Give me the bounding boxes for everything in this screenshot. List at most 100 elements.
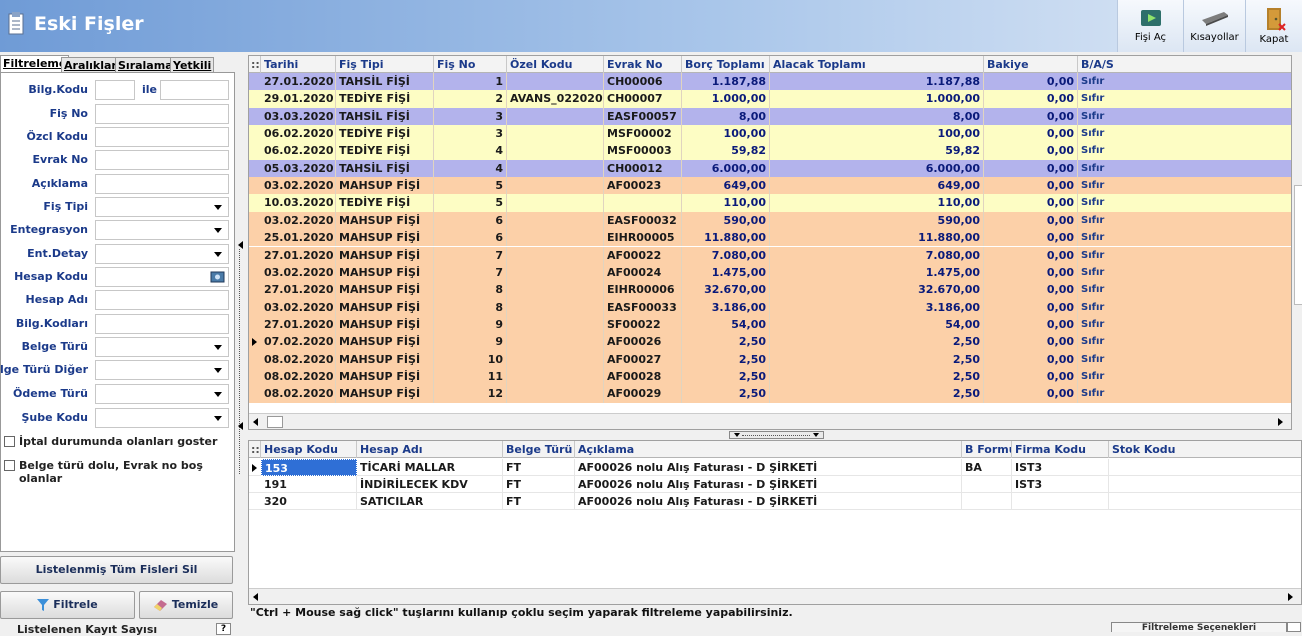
- bilg-kodlari-input[interactable]: [95, 314, 229, 334]
- tab-siralama[interactable]: Sıralama: [115, 57, 176, 73]
- detail-scroll-right-icon[interactable]: [1288, 593, 1293, 601]
- keyboard-icon: [1201, 12, 1228, 26]
- column-header-alacak[interactable]: Alacak Toplamı: [770, 56, 984, 73]
- table-row[interactable]: 07.02.2020 MAHSUP FİŞİ 9 AF00026 2,50 2,50 0,0…: [249, 333, 1291, 351]
- table-row[interactable]: 03.02.2020 MAHSUP FİŞİ 8 EASF00033 3.186,00 3…: [249, 298, 1291, 316]
- hscroll-thumb[interactable]: [267, 416, 283, 428]
- aciklama-label: Açıklama: [31, 177, 88, 190]
- belge-checkbox[interactable]: [4, 460, 15, 471]
- open-voucher-button[interactable]: Fişi Aç: [1117, 0, 1183, 52]
- table-row[interactable]: 27.01.2020 MAHSUP FİŞİ 7 AF00022 7.080,00 7.0…: [249, 246, 1291, 264]
- table-row[interactable]: 27.01.2020 TAHSİL FİŞİ 1 CH00006 1.187,88 1.1…: [249, 73, 1291, 91]
- column-header-date[interactable]: Tarihi: [261, 56, 336, 73]
- table-row[interactable]: 10.03.2020 TEDİYE FİŞİ 5 110,00 110,00 0,00 Sı…: [249, 194, 1291, 212]
- ozel-kodu-input[interactable]: [95, 127, 229, 147]
- sube-kodu-select[interactable]: [95, 408, 229, 428]
- tab-araliklar[interactable]: Aralıklar: [61, 57, 120, 73]
- cell-borc: 1.475,00: [682, 263, 770, 282]
- table-row[interactable]: 08.02.2020 MAHSUP FİŞİ 12 AF00029 2,50 2,50 0,…: [249, 385, 1291, 403]
- grid-splitter-handle[interactable]: [729, 431, 824, 439]
- detail-row[interactable]: 153 TİCARİ MALLAR FT AF00026 nolu Alış Fatu…: [249, 459, 1301, 476]
- detail-column-header-bform[interactable]: B Formu: [962, 441, 1012, 458]
- hint-text: "Ctrl + Mouse sağ click" tuşlarını kulla…: [250, 606, 793, 619]
- voucher-grid-hscroll[interactable]: [249, 413, 1291, 429]
- detail-grid[interactable]: :: Hesap Kodu Hesap Adı Belge Türü Açıklama…: [248, 440, 1302, 605]
- vscroll-thumb[interactable]: [1294, 185, 1302, 305]
- close-button[interactable]: Kapat: [1245, 0, 1302, 52]
- table-row[interactable]: 05.03.2020 TAHSİL FİŞİ 4 CH00012 6.000,00 6.0…: [249, 159, 1291, 178]
- table-row[interactable]: 03.02.2020 MAHSUP FİŞİ 7 AF00024 1.475,00 1.4…: [249, 263, 1291, 282]
- cell-date: 25.01.2020: [261, 229, 336, 247]
- table-row[interactable]: 06.02.2020 TEDİYE FİŞİ 3 MSF00002 100,00 100,…: [249, 125, 1291, 143]
- hesap-adi-input[interactable]: [95, 290, 229, 310]
- table-row[interactable]: 27.01.2020 MAHSUP FİŞİ 8 EIHR00006 32.670,00…: [249, 281, 1291, 299]
- detail-column-handle[interactable]: ::: [249, 441, 261, 458]
- belge-turu-diger-select[interactable]: [95, 360, 229, 380]
- delete-all-button[interactable]: Listelenmiş Tüm Fisleri Sil: [0, 556, 233, 584]
- lookup-icon[interactable]: [210, 271, 225, 283]
- detail-scroll-left-icon[interactable]: [253, 593, 258, 601]
- table-row[interactable]: 06.02.2020 TEDİYE FİŞİ 4 MSF00003 59,82 59,82…: [249, 142, 1291, 160]
- detail-row[interactable]: 320 SATICILAR FT AF00026 nolu Alış Faturası…: [249, 493, 1301, 510]
- scroll-left-icon[interactable]: [253, 418, 258, 426]
- collapse-left-icon[interactable]: [238, 241, 243, 249]
- column-header-type[interactable]: Fiş Tipi: [336, 56, 434, 73]
- detail-column-header-kod[interactable]: Hesap Kodu: [261, 441, 357, 458]
- column-header-bas[interactable]: B/A/S: [1078, 56, 1291, 73]
- ent-detay-select[interactable]: [95, 244, 229, 264]
- table-row[interactable]: 27.01.2020 MAHSUP FİŞİ 9 SF00022 54,00 54,00 0…: [249, 315, 1291, 334]
- evrak-no-input[interactable]: [95, 150, 229, 170]
- grid-column-handle[interactable]: ::: [249, 56, 261, 73]
- filter-options-button[interactable]: Filtreleme Seçenekleri: [1111, 622, 1287, 632]
- table-row[interactable]: 03.02.2020 MAHSUP FİŞİ 6 EASF00032 590,00 590…: [249, 211, 1291, 230]
- splitter-grip: [239, 249, 241, 474]
- fis-tipi-select[interactable]: [95, 197, 229, 217]
- cell-evrak: EIHR00005: [604, 229, 682, 247]
- shortcuts-button[interactable]: Kısayollar: [1183, 0, 1245, 52]
- aciklama-input[interactable]: [95, 174, 229, 194]
- cell-ozel: [507, 333, 604, 351]
- cell-date: 05.03.2020: [261, 159, 336, 178]
- bilg-kodu-end-input[interactable]: [160, 80, 229, 100]
- belge-turu-label: Belge Türü: [21, 340, 88, 353]
- clear-button[interactable]: Temizle: [139, 591, 233, 619]
- filter-button[interactable]: Filtrele: [0, 591, 135, 619]
- detail-row[interactable]: 191 İNDİRİLECEK KDV FT AF00026 nolu Alış Fa…: [249, 476, 1301, 493]
- belge-turu-select[interactable]: [95, 337, 229, 357]
- filter-options-dropdown[interactable]: [1287, 622, 1301, 632]
- collapse-left-icon-2[interactable]: [238, 422, 243, 430]
- iptal-checkbox[interactable]: [4, 436, 15, 447]
- column-header-ozel[interactable]: Özel Kodu: [507, 56, 604, 73]
- column-header-no[interactable]: Fiş No: [434, 56, 507, 73]
- detail-grid-hscroll[interactable]: [249, 588, 1301, 604]
- column-header-bakiye[interactable]: Bakiye: [984, 56, 1078, 73]
- scroll-right-icon[interactable]: [1278, 418, 1283, 426]
- cell-borc: 2,50: [682, 350, 770, 368]
- detail-column-header-ad[interactable]: Hesap Adı: [357, 441, 503, 458]
- table-row[interactable]: 08.02.2020 MAHSUP FİŞİ 11 AF00028 2,50 2,50 0,…: [249, 367, 1291, 386]
- hesap-kodu-input[interactable]: [95, 267, 229, 287]
- odeme-turu-select[interactable]: [95, 384, 229, 404]
- column-header-evrak[interactable]: Evrak No: [604, 56, 682, 73]
- fis-no-input[interactable]: [95, 104, 229, 124]
- table-row[interactable]: 03.03.2020 TAHSİL FİŞİ 3 EASF00057 8,00 8,00 0…: [249, 107, 1291, 126]
- cell-date: 03.02.2020: [261, 263, 336, 282]
- tab-yetkili[interactable]: Yetkili: [170, 57, 215, 73]
- table-row[interactable]: 29.01.2020 TEDİYE FİŞİ 2 AVANS_022020 CH0000…: [249, 90, 1291, 108]
- cell-bas: Sıfır: [1078, 90, 1291, 107]
- detail-column-header-belge[interactable]: Belge Türü: [503, 441, 575, 458]
- cell-borc: 2,50: [682, 333, 770, 351]
- entegrasyon-select[interactable]: [95, 220, 229, 240]
- detail-column-header-aciklama[interactable]: Açıklama: [575, 441, 962, 458]
- table-row[interactable]: 25.01.2020 MAHSUP FİŞİ 6 EIHR00005 11.880,00…: [249, 229, 1291, 247]
- detail-column-header-stok[interactable]: Stok Kodu: [1109, 441, 1301, 458]
- table-row[interactable]: 08.02.2020 MAHSUP FİŞİ 10 AF00027 2,50 2,50 0,…: [249, 350, 1291, 368]
- detail-column-header-firma[interactable]: Firma Kodu: [1012, 441, 1109, 458]
- tab-filtreleme[interactable]: Filtreleme: [0, 55, 70, 73]
- panel-splitter[interactable]: [236, 53, 248, 632]
- table-row[interactable]: 03.02.2020 MAHSUP FİŞİ 5 AF00023 649,00 649,0…: [249, 177, 1291, 195]
- voucher-grid-vscroll[interactable]: [1292, 55, 1302, 430]
- voucher-grid[interactable]: :: Tarihi Fiş Tipi Fiş No Özel Kodu Evrak No…: [248, 55, 1292, 430]
- column-header-borc[interactable]: Borç Toplamı: [682, 56, 770, 73]
- bilg-kodu-start-input[interactable]: [95, 80, 135, 100]
